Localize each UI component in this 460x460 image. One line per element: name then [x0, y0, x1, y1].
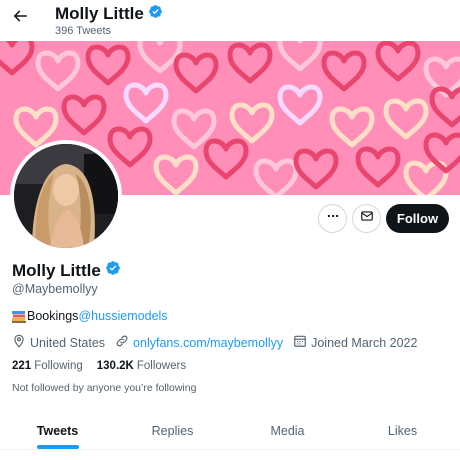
profile-bio: Bookings @hussiemodels [12, 309, 168, 324]
books-emoji-icon [12, 310, 26, 323]
bio-text: Bookings [27, 309, 79, 323]
back-button[interactable] [8, 6, 32, 30]
calendar-icon [293, 334, 307, 352]
bio-mention-link[interactable]: @hussiemodels [78, 309, 167, 324]
avatar[interactable] [10, 140, 122, 252]
envelope-icon [360, 209, 374, 228]
location-pin-icon [12, 334, 26, 352]
tweet-count: 396 Tweets [55, 25, 112, 37]
website-item: onlyfans.com/maybemollyy [115, 334, 283, 352]
tab-label: Replies [151, 423, 194, 438]
tab-label: Media [270, 423, 305, 438]
tab-media[interactable]: Media [230, 412, 345, 449]
website-link[interactable]: onlyfans.com/maybemollyy [133, 336, 283, 351]
tab-replies[interactable]: Replies [115, 412, 230, 449]
follow-button[interactable]: Follow [386, 204, 449, 233]
header-name: Molly Little [55, 4, 144, 23]
link-icon [115, 334, 129, 352]
tab-likes[interactable]: Likes [345, 412, 460, 449]
profile-name-row: Molly Little [12, 260, 121, 281]
profile-meta: United States onlyfans.com/maybemollyy J… [12, 334, 427, 352]
profile-name: Molly Little [12, 260, 101, 280]
arrow-left-icon [11, 7, 29, 30]
following-link[interactable]: 221 Following [12, 359, 83, 373]
location-text: United States [30, 335, 106, 350]
avatar-photo [14, 144, 118, 248]
profile-tabs: Tweets Replies Media Likes [0, 412, 460, 450]
tab-label: Likes [387, 423, 418, 438]
tab-label: Tweets [36, 423, 79, 438]
header-title-row: Molly Little [55, 4, 163, 24]
following-count: 221 [12, 360, 32, 372]
joined-text: Joined March 2022 [311, 335, 418, 350]
verified-badge-icon [148, 4, 163, 24]
profile-handle: @Maybemollyy [12, 282, 98, 296]
followers-count: 130.2K [96, 360, 134, 372]
follow-counts: 221 Following 130.2K Followers [12, 359, 200, 373]
joined-item: Joined March 2022 [293, 334, 417, 352]
followers-label: Followers [136, 360, 187, 372]
message-button[interactable] [352, 204, 381, 233]
more-button[interactable] [318, 204, 347, 233]
not-followed-note: Not followed by anyone you’re following [12, 382, 197, 394]
location-item: United States [12, 334, 105, 352]
top-bar: Molly Little 396 Tweets [0, 0, 460, 41]
more-horizontal-icon [326, 209, 340, 228]
active-tab-indicator [36, 445, 79, 449]
following-label: Following [34, 360, 83, 372]
tab-tweets[interactable]: Tweets [0, 412, 115, 449]
verified-badge-icon [105, 260, 121, 281]
followers-link[interactable]: 130.2K Followers [97, 359, 186, 373]
